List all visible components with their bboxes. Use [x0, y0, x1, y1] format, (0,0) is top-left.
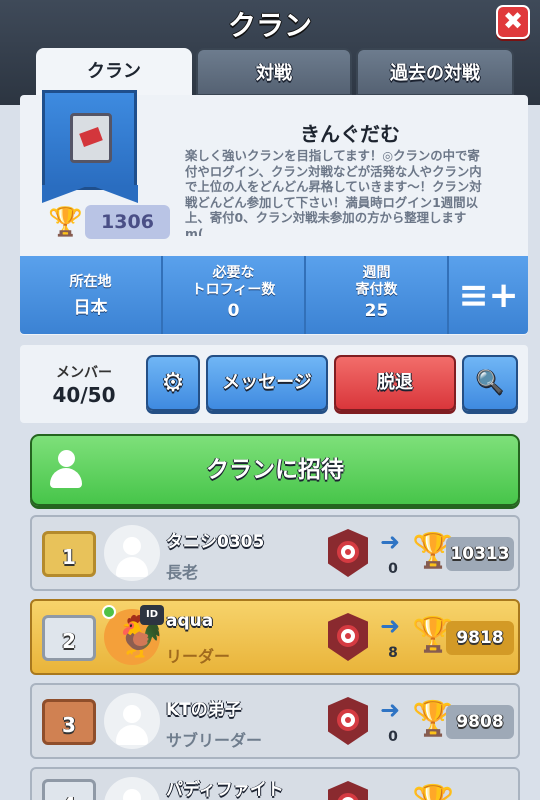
avatar: [104, 777, 160, 800]
avatar: [104, 693, 160, 749]
stat-required-trophies-label-2: トロフィー数: [191, 282, 276, 298]
clan-trophy-icon: 🏆: [48, 205, 83, 238]
trophy-icon: 🏆: [412, 531, 455, 571]
close-icon: ✖: [502, 7, 524, 35]
close-button[interactable]: ✖: [496, 5, 530, 39]
stat-weekly-donations-value: 25: [364, 301, 389, 321]
member-role: リーダー: [166, 647, 231, 666]
rank-badge: 1: [42, 531, 96, 577]
gear-icon: ⚙: [161, 368, 185, 398]
search-icon: 🔍: [476, 370, 504, 395]
member-role: サブリーダー: [166, 731, 263, 750]
stat-required-trophies-label-1: 必要な: [212, 265, 255, 281]
tab-war-history[interactable]: 過去の対戦: [356, 48, 514, 96]
member-row[interactable]: 4 パディファイト 🏆: [30, 767, 520, 800]
stat-location-value: 日本: [73, 298, 108, 318]
stat-required-trophies: 必要な トロフィー数 0: [163, 256, 306, 334]
trophy-icon: 🏆: [412, 615, 455, 655]
member-row[interactable]: 2 🐓 ID aqua リーダー ➜ 8 🏆 9818: [30, 599, 520, 675]
member-row[interactable]: 1 タニシ0305 長老 ➜ 0 🏆 10313: [30, 515, 520, 591]
invite-label: クランに招待: [206, 457, 344, 483]
member-trophies: 9818: [446, 621, 514, 655]
message-button[interactable]: メッセージ: [206, 355, 328, 411]
trophy-icon: 🏆: [412, 699, 455, 739]
member-name: パディファイト: [166, 780, 284, 800]
member-trophies: 10313: [446, 537, 514, 571]
rank-badge: 3: [42, 699, 96, 745]
stat-weekly-donations: 週間 寄付数 25: [306, 256, 449, 334]
member-row[interactable]: 3 KTの弟子 サブリーダー ➜ 0 🏆 9808: [30, 683, 520, 759]
stat-location-label: 所在地: [69, 274, 112, 290]
clan-description: 楽しく強いクランを目指してます！◎クランの中で寄付やログイン、クラン対戦などが活…: [185, 148, 482, 236]
avatar: [104, 525, 160, 581]
clan-banner-tip: [42, 185, 138, 203]
member-name: KTの弟子: [166, 700, 242, 720]
clan-menu-icon[interactable]: ≡+: [449, 256, 528, 334]
donation-count: 0: [388, 561, 398, 577]
donation-icon: ➜: [380, 528, 401, 556]
leave-button[interactable]: 脱退: [334, 355, 456, 411]
members-count: 40/50: [52, 383, 116, 407]
member-name: aqua: [166, 611, 214, 631]
online-status-icon: [102, 605, 116, 619]
id-badge: ID: [140, 605, 164, 625]
stat-location: 所在地 日本: [20, 256, 163, 334]
clan-war-target-icon: [324, 779, 372, 800]
donation-count: 0: [388, 729, 398, 745]
member-role: 長老: [166, 563, 199, 582]
donation-count: 8: [388, 645, 398, 661]
invite-button[interactable]: クランに招待: [30, 434, 520, 506]
search-button[interactable]: 🔍: [462, 355, 518, 411]
stat-required-trophies-value: 0: [227, 301, 240, 321]
donation-icon: ➜: [380, 696, 401, 724]
members-label: メンバー: [56, 365, 112, 381]
trophy-icon: 🏆: [412, 781, 454, 800]
tab-war[interactable]: 対戦: [196, 48, 352, 96]
rank-badge: 2: [42, 615, 96, 661]
clan-stats-bar: 所在地 日本 必要な トロフィー数 0 週間 寄付数 25 ≡+: [20, 256, 528, 334]
stat-weekly-donations-label-1: 週間: [362, 265, 391, 281]
member-trophies: 9808: [446, 705, 514, 739]
page-title: クラン: [227, 9, 312, 42]
clan-trophy-count: 1306: [85, 205, 170, 239]
clan-war-target-icon: [324, 695, 372, 747]
member-name: タニシ0305: [166, 532, 265, 552]
clan-war-target-icon: [324, 527, 372, 579]
clan-name: きんぐだむ: [300, 122, 400, 146]
clan-badge-icon: [70, 113, 112, 163]
rank-badge: 4: [42, 779, 96, 800]
settings-button[interactable]: ⚙: [146, 355, 200, 411]
donation-icon: ➜: [380, 612, 401, 640]
clan-war-target-icon: [324, 611, 372, 663]
stat-weekly-donations-label-2: 寄付数: [355, 282, 398, 298]
